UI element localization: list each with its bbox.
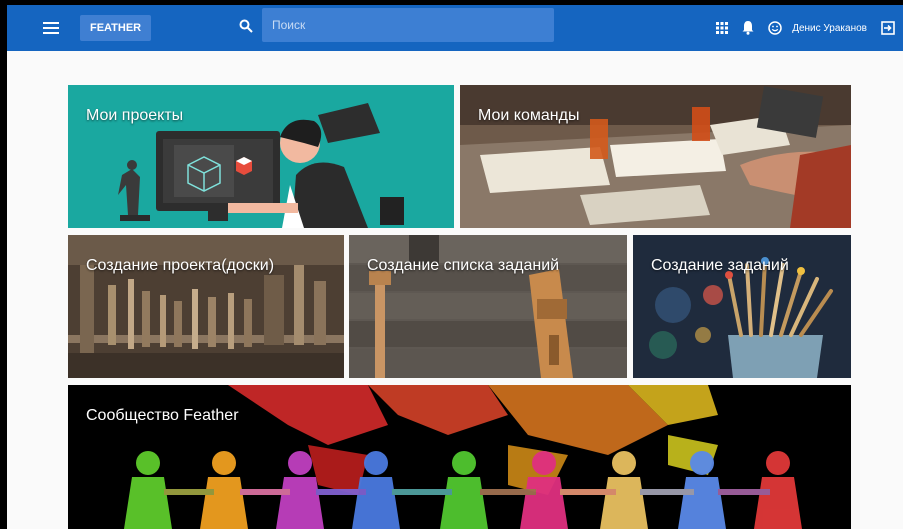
search-input[interactable] xyxy=(262,8,554,42)
dashboard-content: Мои проекты Мои команды Создание проекта… xyxy=(7,51,903,529)
user-name[interactable]: Денис Ураканов xyxy=(792,23,867,34)
tile-my-projects-label: Мои проекты xyxy=(86,107,184,124)
bell-icon[interactable] xyxy=(742,21,754,35)
tile-my-teams-label: Мои команды xyxy=(478,107,580,124)
brand-button[interactable]: FEATHER xyxy=(80,15,152,41)
logout-icon[interactable] xyxy=(881,21,895,35)
tile-create-project[interactable]: Создание проекта(доски) xyxy=(68,235,344,378)
tile-community-label: Сообщество Feather xyxy=(86,407,239,424)
tile-my-teams[interactable]: Мои команды xyxy=(460,85,851,228)
tile-create-tasks[interactable]: Создание заданий xyxy=(633,235,851,378)
tile-create-tasks-label: Создание заданий xyxy=(651,257,789,274)
menu-icon[interactable] xyxy=(43,22,59,34)
tile-create-task-list-label: Создание списка заданий xyxy=(367,257,560,274)
tile-my-projects[interactable]: Мои проекты xyxy=(68,85,454,228)
smiley-icon[interactable] xyxy=(768,21,782,35)
people-chain xyxy=(124,451,802,529)
header-tools: Денис Ураканов xyxy=(716,5,895,51)
top-app-bar: FEATHER Денис xyxy=(7,5,903,51)
search-icon[interactable] xyxy=(239,8,253,44)
tile-create-task-list[interactable]: Создание списка заданий xyxy=(349,235,627,378)
tile-community[interactable]: Сообщество Feather xyxy=(68,385,851,529)
tile-create-project-label: Создание проекта(доски) xyxy=(86,257,275,274)
apps-icon[interactable] xyxy=(716,22,729,34)
